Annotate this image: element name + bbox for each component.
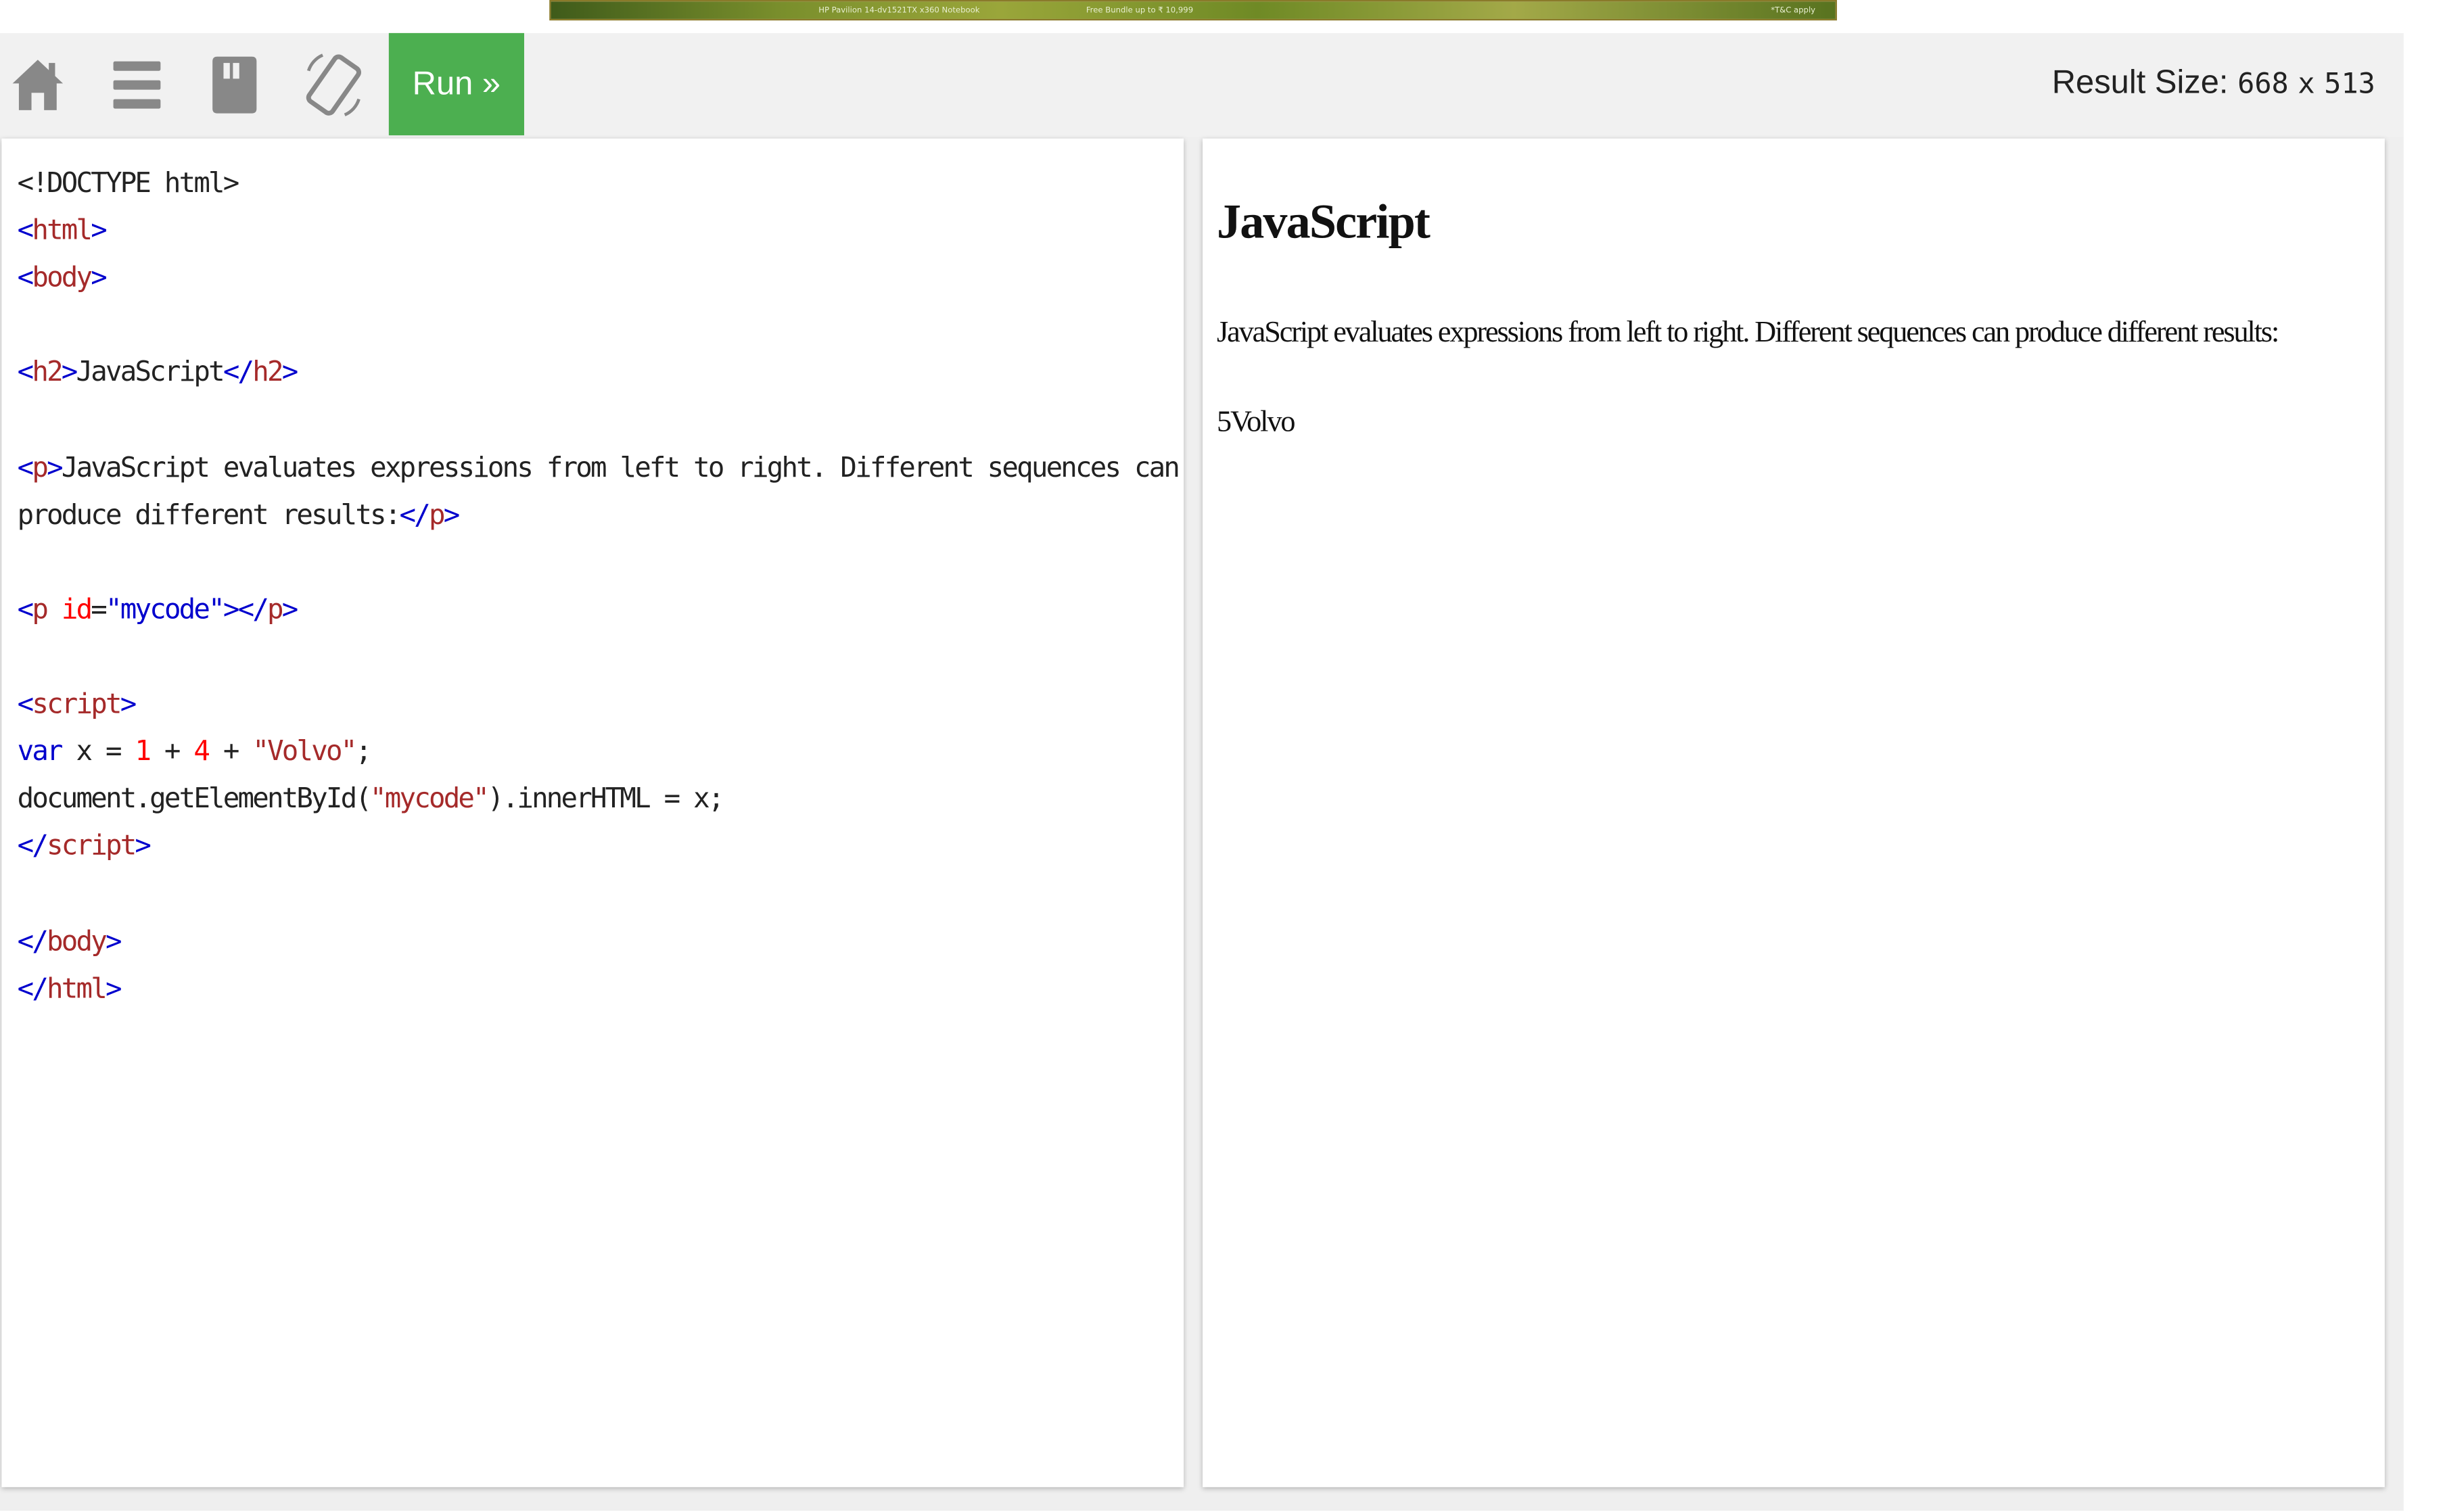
code-token: p [267,594,284,626]
code-line[interactable]: </body> [18,918,1179,966]
code-token: > [47,452,64,484]
code-token: JavaScript [76,358,225,389]
result-size-readout: Result Size: 668 x 513 [2052,64,2375,102]
code-token: </ [399,500,431,531]
code-line[interactable] [18,540,1179,587]
code-token: document.getElementById( [17,784,372,816]
code-token: var [17,736,64,769]
code-line[interactable] [18,302,1179,350]
code-line[interactable]: var x = 1 + 4 + "Volvo"; [18,729,1179,776]
code-token: 1 [135,736,152,769]
code-token: > [281,594,299,626]
result-paragraph: JavaScript evaluates expressions from le… [1217,316,2279,350]
code-line[interactable]: </html> [18,966,1179,1013]
code-token: > [281,358,299,389]
home-icon[interactable] [6,52,69,118]
rotate-icon[interactable] [302,52,365,118]
code-token: </ [17,973,49,1006]
ad-text-offer: Free Bundle up to ₹ 10,999 [1086,6,1194,16]
code-token: < [17,216,34,247]
code-token: > [91,263,108,295]
code-token: x = [61,736,135,769]
menu-icon[interactable] [106,52,168,118]
code-token: script [47,831,137,864]
toolbar: Run » Result Size: 668 x 513 [0,32,2404,137]
result-height: 513 [2324,68,2375,101]
code-token: html [32,216,93,247]
code-token: < [17,594,34,626]
tryit-editor: HP Pavilion 14-dv1521TX x360 Notebook Fr… [0,0,2443,1511]
code-token: < [17,358,34,389]
ad-text-terms: *T&C apply [1771,6,1816,16]
code-line[interactable]: <script> [18,682,1179,729]
code-token: = [91,594,108,626]
code-token: "Volvo" [252,736,357,769]
result-heading: JavaScript [1217,193,1430,249]
code-token: "mycode" [370,784,490,816]
code-token: ></ [223,594,269,626]
code-token: p [32,594,49,626]
code-line[interactable]: document.getElementById("mycode").innerH… [18,776,1179,824]
code-token: > [120,689,137,721]
code-token: < [17,263,34,295]
save-icon[interactable] [203,52,266,118]
code-token: > [443,500,461,531]
code-line[interactable] [18,398,1179,445]
code-token: body [47,926,108,958]
code-token: </ [17,831,49,864]
code-token: > [105,926,122,958]
code-line[interactable]: <p id="mycode"></p> [18,587,1179,634]
code-token: JavaScript evaluates expressions from le… [61,452,1180,484]
code-line[interactable]: <p>JavaScript evaluates expressions from… [17,445,1180,492]
ad-banner[interactable]: HP Pavilion 14-dv1521TX x360 Notebook Fr… [549,0,1837,21]
code-token: p [32,452,49,484]
code-token: + [149,736,194,769]
code-token: + [208,736,253,769]
code-token: h2 [252,358,283,389]
code-editor[interactable]: <!DOCTYPE html> <html> <body> <h2>JavaScri… [17,160,1180,1013]
code-token: > [61,358,78,389]
code-token: p [428,500,446,531]
result-output-mycode: 5Volvo [1217,406,1296,440]
code-token: > [105,973,122,1006]
run-button[interactable]: Run » [388,32,524,136]
code-line[interactable]: <!DOCTYPE html> [18,160,1179,208]
code-token: body [32,263,93,295]
result-size-label: Result Size: [2051,64,2229,101]
code-token: ; [355,736,372,769]
code-line[interactable] [18,634,1179,682]
code-token: <!DOCTYPE html> [17,168,240,200]
ad-text-product: HP Pavilion 14-dv1521TX x360 Notebook [818,6,980,16]
code-editor-panel[interactable]: <!DOCTYPE html> <html> <body> <h2>JavaScri… [1,138,1184,1488]
code-token: </ [223,358,254,389]
code-token: 4 [193,736,210,769]
result-width: 668 [2237,68,2289,101]
code-line[interactable] [18,871,1179,918]
code-line[interactable]: <body> [18,255,1179,302]
result-panel[interactable]: JavaScript JavaScript evaluates expressi… [1203,138,2385,1488]
code-line[interactable]: <html> [18,208,1179,255]
code-token: script [32,689,122,721]
code-token: > [135,831,152,864]
code-token: id [61,594,93,626]
code-token: "mycode" [106,594,225,626]
code-token: produce different results: [17,500,402,531]
code-token: < [17,452,34,484]
code-token: < [17,689,34,721]
code-token: > [91,216,108,247]
code-token: h2 [32,358,63,389]
result-size-separator: x [2298,68,2315,101]
code-token: </ [17,926,49,958]
code-token: ).innerHTML = x; [487,784,724,816]
code-line[interactable]: </script> [18,824,1179,871]
code-line[interactable]: <h2>JavaScript</h2> [18,350,1179,398]
code-line[interactable]: produce different results:</p> [18,492,1179,540]
code-token: html [47,973,108,1006]
